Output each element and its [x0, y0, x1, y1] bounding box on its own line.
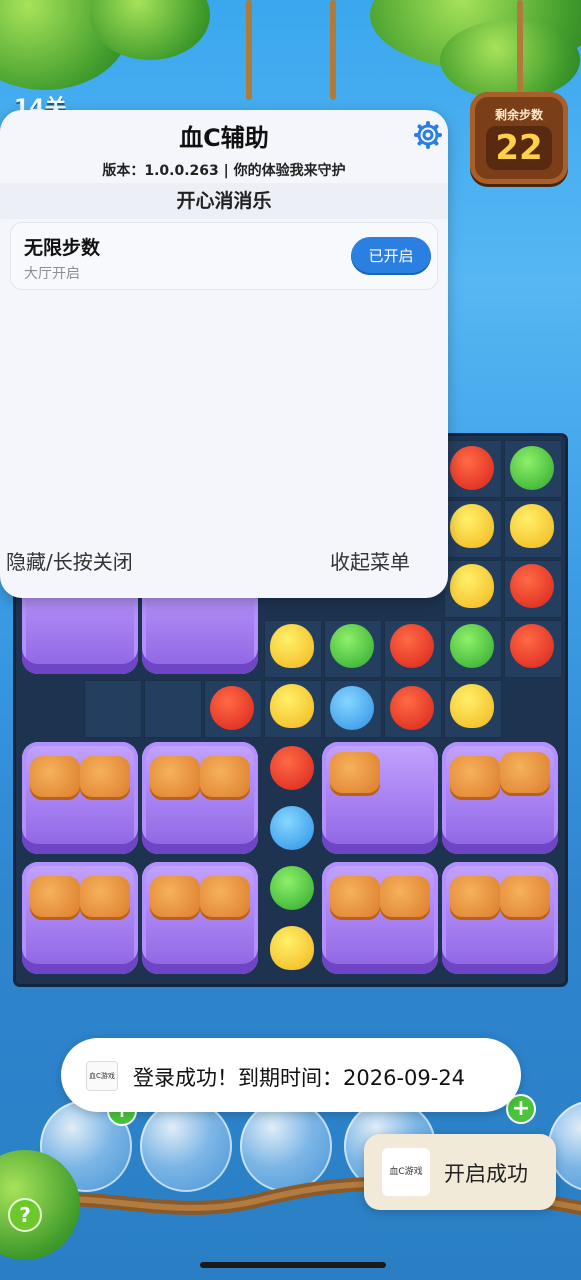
game-name-header: 开心消消乐 — [0, 183, 448, 219]
chick-piece[interactable] — [450, 684, 494, 728]
collapse-menu-button[interactable]: 收起菜单 — [330, 546, 410, 575]
chick-piece[interactable] — [450, 564, 494, 608]
cookie-block — [380, 876, 430, 920]
chick-piece[interactable] — [270, 624, 314, 668]
cookie-block — [330, 876, 380, 920]
crate-blocker[interactable] — [442, 862, 558, 974]
crate-blocker[interactable] — [22, 742, 138, 854]
crate-blocker[interactable] — [322, 862, 438, 974]
version-line: 版本：1.0.0.263 | 你的体验我来守护 — [102, 163, 346, 179]
crate-blocker[interactable] — [142, 862, 258, 974]
blue-piece[interactable] — [330, 686, 374, 730]
fox-piece[interactable] — [210, 686, 254, 730]
steps-label: 剩余步数 — [494, 108, 543, 122]
home-indicator[interactable] — [200, 1262, 386, 1268]
rope — [517, 0, 523, 96]
feature-name: 无限步数 — [24, 237, 101, 259]
gear-icon[interactable] — [414, 121, 442, 149]
cookie-block — [150, 876, 200, 920]
cookie-block — [30, 876, 80, 920]
board-cell[interactable] — [84, 680, 142, 738]
blue-piece[interactable] — [270, 806, 314, 850]
chick-piece[interactable] — [270, 684, 314, 728]
cookie-block — [80, 876, 130, 920]
rope — [330, 0, 336, 100]
frog-piece[interactable] — [270, 866, 314, 910]
cookie-block — [330, 752, 380, 796]
cookie-block — [200, 756, 250, 800]
assist-panel: 血C辅助 版本：1.0.0.263 | 你的体验我来守护 开心消消乐 无限步数 … — [0, 110, 448, 598]
cookie-block — [450, 756, 500, 800]
fox-piece[interactable] — [270, 746, 314, 790]
cookie-block — [500, 876, 550, 920]
fox-piece[interactable] — [390, 686, 434, 730]
login-toast: 血C游戏 登录成功！到期时间：2026-09-24 — [61, 1038, 521, 1112]
feature-toggle-button[interactable]: 已开启 — [351, 237, 431, 275]
rope — [246, 0, 252, 100]
chick-piece[interactable] — [270, 926, 314, 970]
chick-piece[interactable] — [450, 504, 494, 548]
fox-piece[interactable] — [450, 446, 494, 490]
toast-message: 登录成功！到期时间：2026-09-24 — [133, 1066, 466, 1090]
enabled-toast: 血C游戏 开启成功 — [364, 1134, 556, 1210]
fox-piece[interactable] — [390, 624, 434, 668]
cookie-block — [500, 752, 550, 796]
chick-piece[interactable] — [510, 504, 554, 548]
cookie-block — [80, 756, 130, 800]
feature-card: 无限步数 大厅开启 已开启 — [10, 222, 438, 290]
toast-message: 开启成功 — [444, 1162, 528, 1186]
cookie-block — [450, 876, 500, 920]
board-cell[interactable] — [144, 680, 202, 738]
crate-blocker[interactable] — [22, 862, 138, 974]
panel-title: 血C辅助 — [179, 124, 269, 152]
frog-piece[interactable] — [510, 446, 554, 490]
frog-piece[interactable] — [330, 624, 374, 668]
leaf-decoration — [440, 20, 580, 100]
cookie-block — [30, 756, 80, 800]
hide-close-button[interactable]: 隐藏/长按关闭 — [6, 546, 133, 575]
app-logo-icon: 血C游戏 — [382, 1148, 430, 1196]
steps-value: 22 — [486, 126, 552, 170]
crate-blocker[interactable] — [322, 742, 438, 854]
fox-piece[interactable] — [510, 564, 554, 608]
app-logo-icon: 血C游戏 — [86, 1061, 118, 1091]
feature-sub: 大厅开启 — [24, 266, 80, 282]
help-button[interactable]: ? — [8, 1198, 42, 1232]
crate-blocker[interactable] — [442, 742, 558, 854]
frog-piece[interactable] — [450, 624, 494, 668]
crate-blocker[interactable] — [142, 742, 258, 854]
steps-counter: 剩余步数 22 — [470, 92, 568, 184]
cookie-block — [150, 756, 200, 800]
cookie-block — [200, 876, 250, 920]
fox-piece[interactable] — [510, 624, 554, 668]
